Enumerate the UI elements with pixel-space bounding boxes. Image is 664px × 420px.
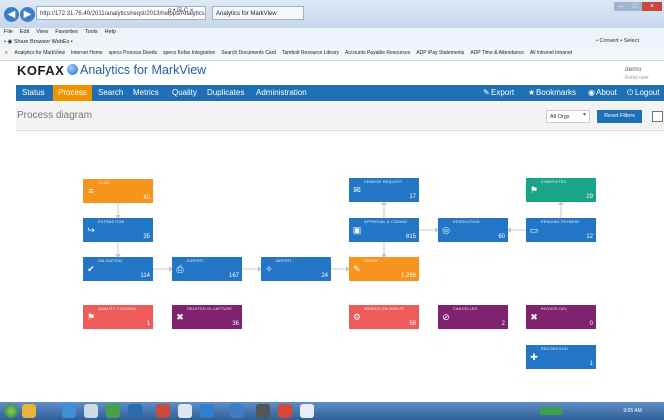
card-icon: ▭ (529, 225, 539, 235)
node-count: 36 (232, 321, 239, 327)
node-label: EXPORT (187, 259, 204, 263)
flag-done-icon: ⚑ (529, 185, 539, 195)
edit-icon: ✎ (353, 264, 361, 274)
ban-icon: ⊘ (442, 312, 450, 322)
flag-icon: ⚑ (86, 312, 96, 322)
node-count: 56 (409, 321, 416, 327)
node-label: VALIDATION (98, 259, 123, 263)
node-count: 17 (409, 194, 416, 200)
process-node-cancelled[interactable]: ⊘ CANCELLED 2 (438, 305, 508, 329)
ie-icon[interactable] (62, 404, 76, 418)
process-node-workflow-error[interactable]: ⚙ WORKFLOW ERROR 56 (349, 305, 419, 329)
outlook-icon[interactable] (128, 404, 142, 418)
node-count: 35 (143, 234, 150, 240)
node-label: APPROVAL & CODING (364, 220, 408, 224)
process-node-scan[interactable]: ≡ SCAN 40 (83, 179, 153, 203)
node-count: 29 (586, 194, 593, 200)
node-count: 167 (228, 273, 239, 279)
node-label: PENDING PAYMENT (541, 220, 581, 224)
node-count: 12 (586, 234, 593, 240)
document-icon: ⎙ (176, 264, 184, 274)
process-node-deleted-in-capture[interactable]: ✖ DELETED IN CAPTURE 36 (172, 305, 242, 329)
excel-icon[interactable] (106, 404, 120, 418)
trash-icon: ✖ (176, 312, 184, 322)
comment-icon: ✉ (353, 185, 361, 195)
node-label: RECONCILED (541, 347, 568, 351)
system-tray: 9:05 AM (540, 404, 664, 418)
barcode-icon: ≡ (88, 186, 94, 196)
node-label: INVOICE DEL (541, 307, 568, 311)
process-node-reconciled[interactable]: ✚ RECONCILED 1 (526, 345, 596, 369)
node-count: 815 (405, 234, 416, 240)
network-icon[interactable] (540, 406, 562, 415)
node-label: CANCELLED (453, 307, 478, 311)
process-node-completed[interactable]: ⚑ COMPLETED 29 (526, 178, 596, 202)
powerpoint-icon[interactable] (156, 404, 170, 418)
process-node-quality-control[interactable]: ⚑ QUALITY CONTROL 1 (83, 305, 153, 329)
node-label: DELETED IN CAPTURE (187, 307, 233, 311)
search-icon[interactable] (300, 404, 314, 418)
process-node-pending-payment[interactable]: ▭ PENDING PAYMENT 12 (526, 218, 596, 242)
node-label: RESOLUTION (453, 220, 480, 224)
node-label: WORKFLOW ERROR (364, 307, 405, 311)
notepad-icon[interactable] (178, 404, 192, 418)
node-count: 0 (589, 321, 593, 327)
node-count: 1 (589, 361, 593, 367)
tool-icon[interactable] (256, 404, 270, 418)
node-count: 114 (140, 273, 150, 279)
process-node-extraction[interactable]: ↪ EXTRACTION 35 (83, 218, 153, 242)
word-icon[interactable] (200, 404, 214, 418)
share-icon: ↪ (87, 225, 95, 235)
node-count: 40 (143, 195, 150, 201)
node-count: 24 (321, 273, 328, 279)
node-count: 1,286 (400, 273, 416, 279)
process-node-approval-coding[interactable]: ▣ APPROVAL & CODING 815 (349, 218, 419, 242)
node-label: SCAN (98, 181, 110, 185)
start-icon[interactable] (4, 404, 18, 418)
process-node-validation[interactable]: ✔ VALIDATION 114 (83, 257, 153, 281)
process-node-vendor-request[interactable]: ✉ VENDOR REQUEST 17 (349, 178, 419, 202)
node-count: 60 (498, 234, 505, 240)
window-icon: ▣ (352, 225, 362, 235)
process-node-import[interactable]: ✧ IMPORT 24 (261, 257, 331, 281)
explorer-icon[interactable] (22, 404, 36, 418)
clock[interactable]: 9:05 AM (623, 408, 641, 414)
node-count: 2 (501, 321, 505, 327)
node-label: IMPORT (276, 259, 292, 263)
skype-icon[interactable] (230, 404, 244, 418)
trash-icon: ✖ (530, 312, 538, 322)
node-label: VENDOR REQUEST (364, 180, 403, 184)
target-icon: ◎ (442, 225, 450, 235)
arrows-icon: ✚ (530, 352, 538, 362)
node-label: COMPLETED (541, 180, 567, 184)
gear-icon: ⚙ (352, 312, 362, 322)
move-icon: ✧ (265, 264, 273, 274)
process-node-entry[interactable]: ✎ ENTRY 1,286 (349, 257, 419, 281)
process-node-resolution[interactable]: ◎ RESOLUTION 60 (438, 218, 508, 242)
node-count: 1 (146, 321, 150, 327)
node-label: EXTRACTION (98, 220, 125, 224)
node-label: QUALITY CONTROL (98, 307, 137, 311)
node-label: ENTRY (364, 259, 378, 263)
check-icon: ✔ (87, 264, 95, 274)
chrome-icon[interactable] (278, 404, 292, 418)
app-icon[interactable] (84, 404, 98, 418)
process-node-export[interactable]: ⎙ EXPORT 167 (172, 257, 242, 281)
process-node-invoice-del[interactable]: ✖ INVOICE DEL 0 (526, 305, 596, 329)
